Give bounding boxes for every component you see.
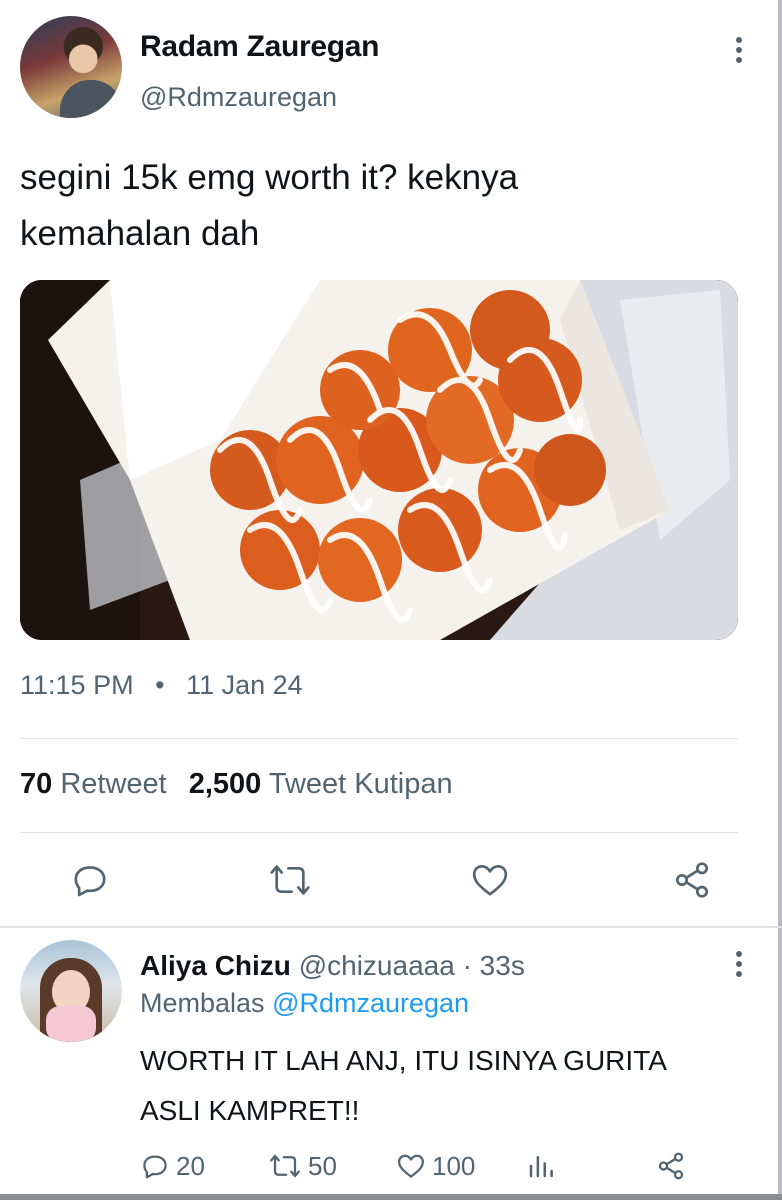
- reply-context: Membalas @Rdmzauregan: [140, 988, 469, 1019]
- tweet-text-line: segini 15k emg worth it? keknya: [20, 158, 519, 197]
- more-options-icon[interactable]: [724, 30, 754, 70]
- reply-share-button[interactable]: [656, 1146, 686, 1186]
- reply-retweet-count: 50: [308, 1150, 337, 1181]
- tweet-date: 11 Jan 24: [186, 670, 303, 700]
- reply-text: WORTH IT LAH ANJ, ITU ISINYA GURITA ASLI…: [140, 1036, 730, 1136]
- reply-text-line: WORTH IT LAH ANJ, ITU ISINYA GURITA: [140, 1045, 667, 1076]
- replying-to-label: Membalas: [140, 988, 265, 1018]
- share-icon: [658, 1152, 684, 1180]
- reply-icon: [143, 1155, 167, 1179]
- quote-label: Tweet Kutipan: [268, 768, 453, 800]
- reply-analytics-button[interactable]: [526, 1146, 556, 1186]
- share-icon: [676, 862, 708, 898]
- retweet-count: 70: [20, 768, 53, 800]
- reply-author-handle[interactable]: @chizuaaaa: [299, 950, 455, 981]
- reply-like-count: 100: [432, 1150, 476, 1181]
- tweet-timestamp[interactable]: 11:15 PM • 11 Jan 24: [20, 670, 303, 701]
- food-photo-illustration: [20, 280, 738, 640]
- tweet-stats: 70 Retweet 2,500 Tweet Kutipan: [20, 768, 453, 801]
- author-handle[interactable]: @Rdmzauregan: [140, 82, 337, 113]
- retweet-icon: [270, 1154, 300, 1178]
- tweet-text-line: kemahalan dah: [20, 214, 260, 253]
- tweet-text: segini 15k emg worth it? keknya kemahala…: [20, 150, 720, 262]
- divider: [20, 738, 738, 739]
- retweet-button[interactable]: [268, 858, 312, 902]
- quote-stat[interactable]: 2,500 Tweet Kutipan: [189, 768, 453, 800]
- like-button[interactable]: [468, 858, 512, 902]
- retweet-icon: [270, 865, 310, 895]
- reply-time-separator: ·: [462, 950, 472, 981]
- reply-icon: [74, 866, 106, 897]
- reply-count: 20: [176, 1150, 205, 1181]
- reply-author-name[interactable]: Aliya Chizu: [140, 950, 291, 981]
- reply-button[interactable]: [68, 858, 112, 902]
- retweet-label: Retweet: [60, 768, 167, 800]
- like-icon: [472, 865, 508, 896]
- author-name[interactable]: Radam Zauregan: [140, 30, 380, 64]
- share-button[interactable]: [670, 858, 714, 902]
- reply-header: Aliya Chizu @chizuaaaa · 33s: [140, 950, 525, 982]
- tweet-photo[interactable]: [20, 280, 738, 640]
- like-icon: [398, 1154, 424, 1178]
- section-divider: [0, 926, 782, 928]
- avatar-figure: [60, 80, 122, 118]
- reply-retweet-button[interactable]: 50: [268, 1146, 337, 1186]
- author-avatar[interactable]: [20, 16, 122, 118]
- tweet-time: 11:15 PM: [20, 670, 134, 700]
- reply-like-button[interactable]: 100: [396, 1146, 475, 1186]
- window-frame-right: [778, 0, 782, 1200]
- divider: [20, 832, 738, 833]
- window-frame-bottom: [0, 1194, 782, 1200]
- timestamp-separator: •: [155, 670, 165, 700]
- quote-count: 2,500: [188, 768, 262, 800]
- reply-text-line: ASLI KAMPRET!!: [140, 1095, 360, 1126]
- replying-to-mention[interactable]: @Rdmzauregan: [272, 988, 469, 1018]
- retweet-stat[interactable]: 70 Retweet: [20, 768, 167, 800]
- reply-more-options-icon[interactable]: [724, 944, 754, 984]
- avatar-hands: [46, 1006, 96, 1042]
- analytics-icon: [529, 1156, 553, 1178]
- reply-reply-button[interactable]: 20: [140, 1146, 205, 1186]
- reply-author-avatar[interactable]: [20, 940, 122, 1042]
- reply-time[interactable]: 33s: [480, 950, 525, 981]
